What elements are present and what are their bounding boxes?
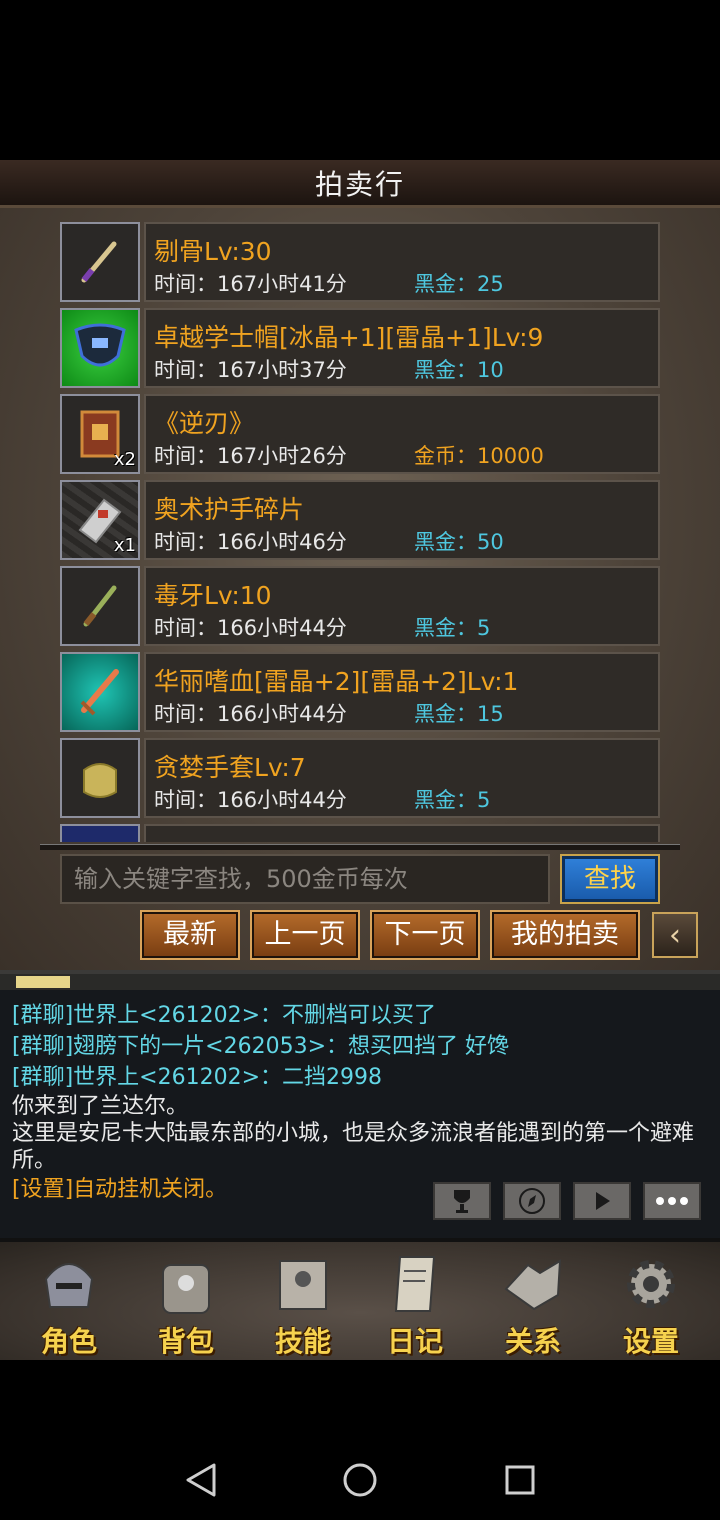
glove-icon[interactable]: [60, 824, 140, 842]
search-input[interactable]: 输入关键字查找，500金币每次: [60, 854, 550, 904]
chat-message: [群聊]世界上<261202>：不删档可以买了: [12, 1003, 437, 1028]
chat-message: [群聊]世界上<261202>：二挡2998: [12, 1065, 383, 1090]
book-icon[interactable]: x2: [60, 394, 140, 474]
item-name: 《逆刃》: [154, 409, 255, 438]
latest-button[interactable]: 最新: [140, 910, 240, 960]
chat-message: [群聊]翅膀下的一片<262053>：想买四挡了 好馋: [12, 1034, 510, 1059]
title-bar: 拍卖行: [0, 160, 720, 208]
item-time: 时间：166小时46分: [154, 530, 347, 554]
next-page-button[interactable]: 下一页: [370, 910, 480, 960]
chevron-left-icon: ‹: [669, 917, 681, 953]
gauntlet-shard-icon[interactable]: x1: [60, 480, 140, 560]
chat-message: 你来到了兰达尔。: [12, 1094, 189, 1119]
item-name: 奥术护手碎片: [154, 495, 305, 524]
auction-panel: 剔骨Lv:30 时间：167小时41分 黑金：25 卓越学士帽[冰晶+1][雷晶…: [0, 208, 720, 970]
item-price: 黑金：25: [414, 272, 504, 296]
auction-item-row[interactable]: x1 奥术护手碎片 时间：166小时46分 黑金：50: [60, 480, 660, 560]
gear-icon: [615, 1248, 687, 1320]
item-time: 时间：166小时44分: [154, 702, 347, 726]
chat-panel[interactable]: [群聊]世界上<261202>：不删档可以买了 [群聊]翅膀下的一片<26205…: [0, 970, 720, 1238]
tab-settings[interactable]: 设置: [596, 1248, 706, 1360]
backpack-icon: [150, 1248, 222, 1320]
chat-messages: [群聊]世界上<261202>：不删档可以买了 [群聊]翅膀下的一片<26205…: [12, 1000, 702, 1205]
search-button[interactable]: 查找: [560, 854, 660, 904]
tab-backpack[interactable]: 背包: [131, 1248, 241, 1360]
item-name: 剔骨Lv:30: [154, 237, 272, 266]
sword-icon[interactable]: [60, 652, 140, 732]
chat-message: 这里是安尼卡大陆最东部的小城，也是众多流浪者能遇到的第一个避难所。: [12, 1121, 695, 1173]
my-auction-button[interactable]: 我的拍卖: [490, 910, 640, 960]
item-info[interactable]: 卓越学士帽[冰晶+1][雷晶+1]Lv:9 时间：167小时37分 黑金：10: [144, 308, 660, 388]
compass-icon[interactable]: [503, 1182, 561, 1220]
item-info[interactable]: 毒牙Lv:10 时间：166小时44分 黑金：5: [144, 566, 660, 646]
auction-list[interactable]: 剔骨Lv:30 时间：167小时41分 黑金：25 卓越学士帽[冰晶+1][雷晶…: [60, 222, 660, 842]
list-divider: [40, 844, 680, 850]
recents-square-icon[interactable]: [504, 1464, 536, 1496]
item-name: 卓越学士帽[冰晶+1][雷晶+1]Lv:9: [154, 323, 544, 352]
glove-icon[interactable]: [60, 738, 140, 818]
home-circle-icon[interactable]: [342, 1462, 378, 1498]
auction-item-row-partial[interactable]: [60, 824, 660, 842]
auction-item-row[interactable]: 剔骨Lv:30 时间：167小时41分 黑金：25: [60, 222, 660, 302]
play-icon[interactable]: [573, 1182, 631, 1220]
item-info[interactable]: 华丽嗜血[雷晶+2][雷晶+2]Lv:1 时间：166小时44分 黑金：15: [144, 652, 660, 732]
item-name: 毒牙Lv:10: [154, 581, 272, 610]
chat-tab-active[interactable]: [16, 976, 70, 988]
item-time: 时间：166小时44分: [154, 616, 347, 640]
tab-skills[interactable]: 技能: [248, 1248, 358, 1360]
item-info[interactable]: [144, 824, 660, 842]
auction-item-row[interactable]: 卓越学士帽[冰晶+1][雷晶+1]Lv:9 时间：167小时37分 黑金：10: [60, 308, 660, 388]
item-time: 时间：167小时26分: [154, 444, 347, 468]
tab-diary[interactable]: 日记: [360, 1248, 470, 1360]
chat-tabbar[interactable]: [0, 974, 720, 990]
collapse-button[interactable]: ‹: [652, 912, 698, 958]
tab-relations[interactable]: 关系: [478, 1248, 588, 1360]
bottom-tab-bar: 角色 背包 技能 日记 关系 设置: [0, 1238, 720, 1360]
tab-character[interactable]: 角色: [14, 1248, 124, 1360]
item-price: 黑金：10: [414, 358, 504, 382]
dagger-icon[interactable]: [60, 566, 140, 646]
auction-item-row[interactable]: 毒牙Lv:10 时间：166小时44分 黑金：5: [60, 566, 660, 646]
item-time: 时间：167小时37分: [154, 358, 347, 382]
item-info[interactable]: 《逆刃》 时间：167小时26分 金币：10000: [144, 394, 660, 474]
scroll-icon: [379, 1248, 451, 1320]
page-title: 拍卖行: [314, 167, 405, 201]
item-time: 时间：166小时44分: [154, 788, 347, 812]
item-price: 黑金：50: [414, 530, 504, 554]
chat-bubble-icon[interactable]: [643, 1182, 701, 1220]
auction-item-row[interactable]: 贪婪手套Lv:7 时间：166小时44分 黑金：5: [60, 738, 660, 818]
item-price: 黑金：5: [414, 788, 491, 812]
item-price: 黑金：15: [414, 702, 504, 726]
dagger-icon[interactable]: [60, 222, 140, 302]
prev-page-button[interactable]: 上一页: [250, 910, 360, 960]
item-info[interactable]: 剔骨Lv:30 时间：167小时41分 黑金：25: [144, 222, 660, 302]
item-info[interactable]: 奥术护手碎片 时间：166小时46分 黑金：50: [144, 480, 660, 560]
helmet-icon: [33, 1248, 105, 1320]
helmet-icon[interactable]: [60, 308, 140, 388]
item-name: 华丽嗜血[雷晶+2][雷晶+2]Lv:1: [154, 667, 519, 696]
item-price: 黑金：5: [414, 616, 491, 640]
item-price: 金币：10000: [414, 444, 544, 468]
handshake-icon: [497, 1248, 569, 1320]
trophy-icon[interactable]: [433, 1182, 491, 1220]
skill-book-icon: [267, 1248, 339, 1320]
auction-item-row[interactable]: 华丽嗜血[雷晶+2][雷晶+2]Lv:1 时间：166小时44分 黑金：15: [60, 652, 660, 732]
item-name: 贪婪手套Lv:7: [154, 753, 306, 782]
back-triangle-icon[interactable]: [184, 1462, 218, 1498]
item-info[interactable]: 贪婪手套Lv:7 时间：166小时44分 黑金：5: [144, 738, 660, 818]
item-time: 时间：167小时41分: [154, 272, 347, 296]
auction-item-row[interactable]: x2 《逆刃》 时间：167小时26分 金币：10000: [60, 394, 660, 474]
system-navigation-bar: [0, 1360, 720, 1520]
